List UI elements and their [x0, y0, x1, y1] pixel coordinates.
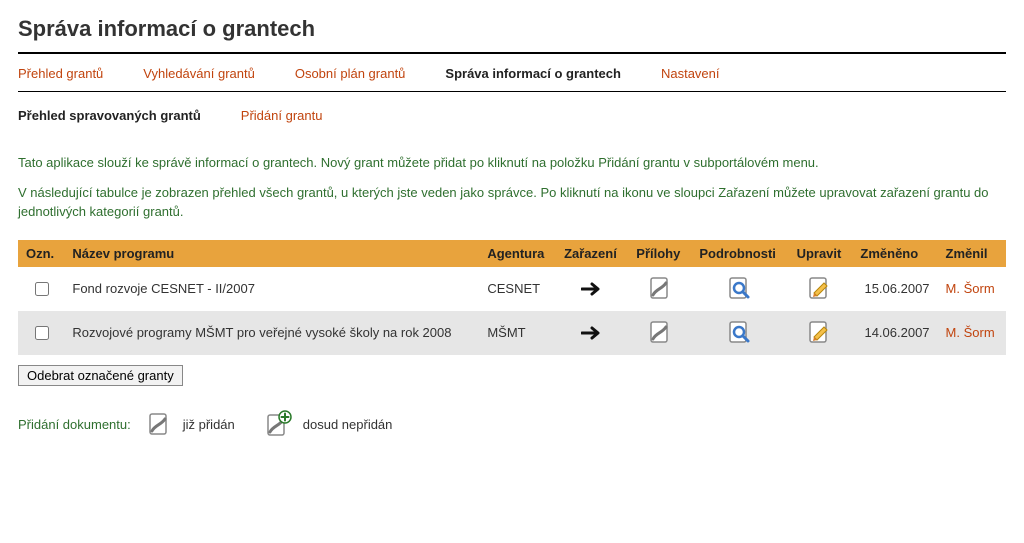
subtab-pridani-grantu[interactable]: Přidání grantu: [241, 108, 323, 123]
cell-agentura: MŠMT: [479, 311, 556, 355]
tab-sprava-informaci[interactable]: Správa informací o grantech: [445, 66, 621, 81]
grants-table: Ozn. Název programu Agentura Zařazení Př…: [18, 240, 1006, 355]
legend-label: Přidání dokumentu:: [18, 417, 131, 432]
cell-zmeneno: 15.06.2007: [852, 267, 937, 311]
subtab-prehled-spravovanych[interactable]: Přehled spravovaných grantů: [18, 108, 201, 123]
edit-icon[interactable]: [806, 319, 834, 347]
cell-nazev: Rozvojové programy MŠMT pro veřejné vyso…: [64, 311, 479, 355]
tab-nastaveni[interactable]: Nastavení: [661, 66, 720, 81]
col-ozn: Ozn.: [18, 240, 64, 267]
col-podrobnosti: Podrobnosti: [691, 240, 788, 267]
attachment-added-icon: [145, 411, 173, 439]
col-zmeneno: Změněno: [852, 240, 937, 267]
cell-nazev: Fond rozvoje CESNET - II/2007: [64, 267, 479, 311]
arrow-right-icon[interactable]: [581, 282, 603, 296]
page-title: Správa informací o grantech: [18, 16, 1006, 42]
col-zmenil: Změnil: [938, 240, 1006, 267]
intro-text-1: Tato aplikace slouží ke správě informací…: [18, 153, 1006, 173]
col-nazev: Název programu: [64, 240, 479, 267]
tab-osobni-plan-grantu[interactable]: Osobní plán grantů: [295, 66, 406, 81]
legend-added: již přidán: [183, 417, 235, 432]
table-row: Fond rozvoje CESNET - II/2007 CESNET: [18, 267, 1006, 311]
col-zarazeni: Zařazení: [556, 240, 628, 267]
tab-vyhledavani-grantu[interactable]: Vyhledávání grantů: [143, 66, 255, 81]
remove-selected-button[interactable]: Odebrat označené granty: [18, 365, 183, 386]
legend: Přidání dokumentu: již přidán dosud nepř…: [18, 410, 1006, 440]
cell-zmenil[interactable]: M. Šorm: [938, 267, 1006, 311]
row-checkbox[interactable]: [35, 326, 49, 340]
col-agentura: Agentura: [479, 240, 556, 267]
tab-prehled-grantu[interactable]: Přehled grantů: [18, 66, 103, 81]
cell-agentura: CESNET: [479, 267, 556, 311]
table-row: Rozvojové programy MŠMT pro veřejné vyso…: [18, 311, 1006, 355]
row-checkbox[interactable]: [35, 282, 49, 296]
sub-tabs: Přehled spravovaných grantů Přidání gran…: [18, 108, 1006, 123]
legend-not-added: dosud nepřidán: [303, 417, 393, 432]
attachment-icon[interactable]: [646, 275, 674, 303]
divider: [18, 52, 1006, 54]
magnifier-icon[interactable]: [726, 319, 754, 347]
attachment-add-icon: [263, 410, 293, 440]
col-upravit: Upravit: [789, 240, 853, 267]
attachment-icon[interactable]: [646, 319, 674, 347]
intro-text-2: V následující tabulce je zobrazen přehle…: [18, 183, 1006, 222]
divider: [18, 91, 1006, 92]
arrow-right-icon[interactable]: [581, 326, 603, 340]
edit-icon[interactable]: [806, 275, 834, 303]
magnifier-icon[interactable]: [726, 275, 754, 303]
main-tabs: Přehled grantů Vyhledávání grantů Osobní…: [18, 66, 1006, 81]
cell-zmeneno: 14.06.2007: [852, 311, 937, 355]
cell-zmenil[interactable]: M. Šorm: [938, 311, 1006, 355]
col-prilohy: Přílohy: [628, 240, 691, 267]
